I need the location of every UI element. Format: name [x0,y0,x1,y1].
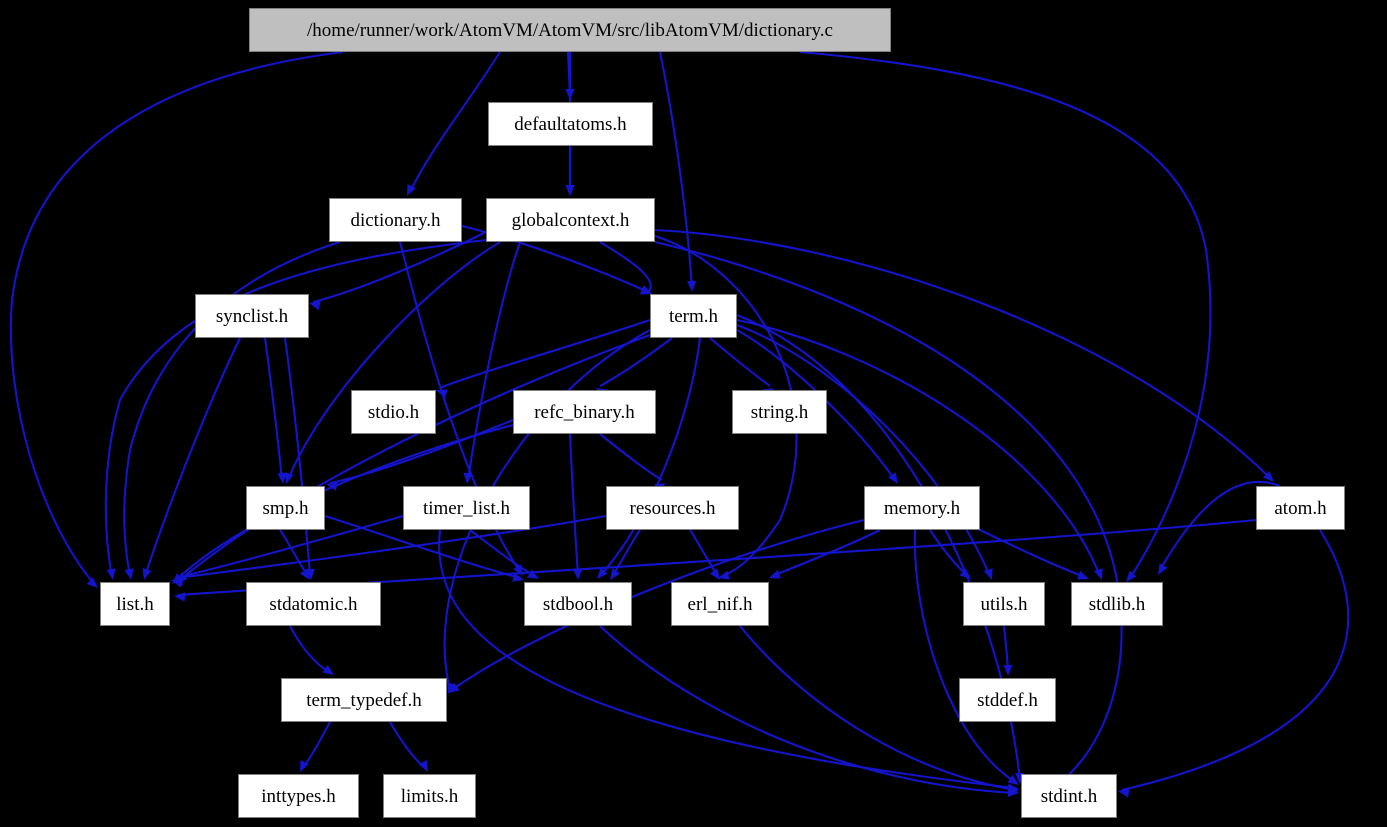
graph-arrowhead-root-to-list [86,577,98,588]
graph-node-label: inttypes.h [261,785,336,807]
graph-node-label: limits.h [400,785,459,807]
graph-node-limits[interactable]: limits.h [383,774,476,818]
graph-edge-resources-to-list [175,514,607,580]
graph-node-inttypes[interactable]: inttypes.h [238,774,359,818]
graph-arrowhead-stdatomic-to-termtypedef [322,664,334,675]
graph-edge-timerlist-to-stdint [438,529,1016,790]
graph-edge-synclist-to-smp [263,337,284,481]
graph-edge-globalcontext-to-smp [287,241,501,481]
graph-node-globalcontext[interactable]: globalcontext.h [486,198,655,242]
graph-node-label: synclist.h [215,305,289,327]
graph-node-stddef[interactable]: stddef.h [959,678,1056,722]
include-dependency-graph: /home/runner/work/AtomVM/AtomVM/src/libA… [0,0,1387,827]
graph-node-label: smp.h [262,497,309,519]
graph-node-label: atom.h [1274,497,1327,519]
graph-arrowhead-synclist-to-list [142,568,152,580]
graph-node-label: stddef.h [977,689,1038,711]
graph-arrowhead-utils-to-stddef [1003,665,1013,676]
graph-node-erl_nif[interactable]: erl_nif.h [671,582,769,626]
graph-arrowhead-resources-to-stdbool [610,568,621,580]
graph-node-stdatomic[interactable]: stdatomic.h [246,582,381,626]
graph-edge-root-to-stdlib [799,50,1212,579]
graph-node-stdlib[interactable]: stdlib.h [1071,582,1163,626]
graph-node-label: stdio.h [367,401,420,423]
graph-edge-resources-to-stdbool [611,529,641,577]
graph-edge-termtypedef-to-limits [389,721,426,769]
graph-edge-term-to-stdbool [599,337,702,577]
graph-node-label: term_typedef.h [306,689,422,711]
graph-node-label: globalcontext.h [511,209,630,231]
graph-node-label: term.h [668,305,719,327]
graph-edge-termtypedef-to-inttypes [301,721,331,769]
graph-node-label: defaultatoms.h [514,113,627,135]
graph-arrowhead-root-to-term [687,280,697,292]
graph-arrowhead-term-to-stdlib [1093,568,1103,580]
graph-node-stdint[interactable]: stdint.h [1021,774,1117,818]
graph-edge-term-to-refcbinary [599,337,673,387]
graph-node-label: list.h [116,593,154,615]
graph-edge-refcbinary-to-resources [599,433,663,481]
graph-node-synclist[interactable]: synclist.h [195,294,309,338]
graph-node-utils[interactable]: utils.h [963,582,1045,626]
graph-node-string[interactable]: string.h [732,390,827,434]
graph-edge-memory-to-stdint [913,529,1016,783]
graph-edge-stdatomic-to-termtypedef [289,625,331,673]
graph-node-defaultatoms[interactable]: defaultatoms.h [488,102,653,146]
graph-arrowhead-termtypedef-to-limits [418,760,428,772]
graph-edge-globalcontext-to-timerlist [466,241,521,481]
graph-node-label: string.h [750,401,809,423]
graph-node-resources[interactable]: resources.h [606,486,739,530]
graph-node-label: dictionary.h [350,209,441,231]
graph-node-smp[interactable]: smp.h [246,486,325,530]
graph-edge-term-to-stdio [439,319,651,389]
graph-edge-memory-to-termtypedef [451,518,865,691]
graph-node-label: utils.h [980,593,1028,615]
graph-node-label: erl_nif.h [687,593,753,615]
graph-node-atom[interactable]: atom.h [1256,486,1345,530]
edge-layer [9,50,1350,798]
graph-node-label: resources.h [629,497,716,519]
graph-node-label: stdbool.h [542,593,614,615]
graph-node-dictionary[interactable]: dictionary.h [329,198,462,242]
graph-arrowhead-atom-to-list [174,592,186,602]
graph-node-term[interactable]: term.h [650,294,737,338]
graph-node-memory[interactable]: memory.h [864,486,980,530]
graph-node-label: refc_binary.h [534,401,635,423]
graph-arrowhead-defaultatoms-to-globalcontext [565,185,575,196]
graph-edge-refcbinary-to-stdbool [568,433,580,577]
graph-node-label: stdint.h [1040,785,1098,807]
graph-arrowhead-dictionary-to-list [124,568,134,580]
graph-node-label: memory.h [883,497,961,519]
graph-arrowhead-globalcontext-to-timerlist [463,472,473,484]
graph-node-root[interactable]: /home/runner/work/AtomVM/AtomVM/src/libA… [249,8,891,52]
graph-node-list[interactable]: list.h [100,582,170,626]
graph-edge-synclist-to-list [144,337,241,577]
graph-edge-smp-to-stdatomic [279,529,309,577]
graph-node-stdio[interactable]: stdio.h [351,390,436,434]
graph-node-refc_binary[interactable]: refc_binary.h [513,390,656,434]
graph-edge-globalcontext-to-term [599,241,652,293]
graph-node-term_typedef[interactable]: term_typedef.h [281,678,447,722]
graph-edge-stdbool-to-stdint [599,625,1016,795]
graph-edge-root-to-term [658,51,694,289]
graph-arrowhead-globalcontext-to-list [106,568,116,580]
graph-node-label: timer_list.h [422,497,511,519]
graph-arrowhead-memory-to-erlnif [769,569,781,579]
graph-node-label: stdatomic.h [269,593,358,615]
graph-node-label: /home/runner/work/AtomVM/AtomVM/src/libA… [307,19,833,41]
graph-node-stdbool[interactable]: stdbool.h [524,582,632,626]
graph-arrowhead-term-to-utils [983,568,993,580]
graph-edge-atom-to-stdint [1121,529,1350,792]
graph-node-label: stdlib.h [1088,593,1146,615]
graph-arrowhead-atom-to-stdlib [1158,563,1168,575]
graph-node-timer_list[interactable]: timer_list.h [403,486,530,530]
graph-edge-root-to-dictionary [409,51,501,193]
